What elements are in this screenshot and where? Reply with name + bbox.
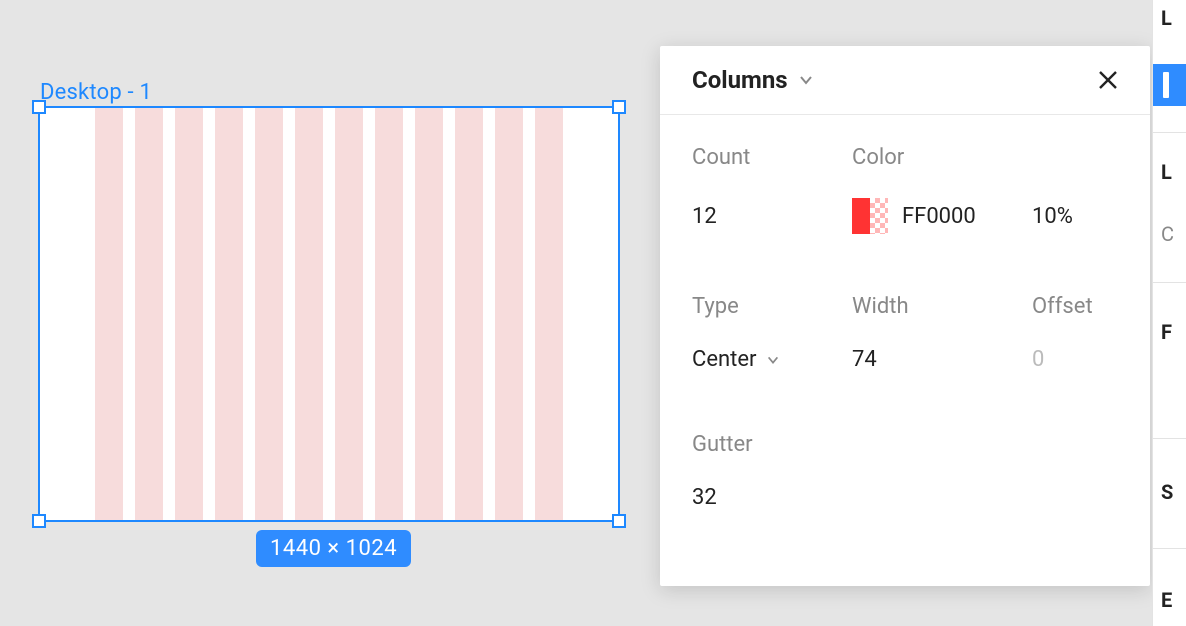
color-swatch[interactable] <box>852 198 888 234</box>
grid-column <box>295 108 323 520</box>
resize-handle-top-left[interactable] <box>32 100 46 114</box>
grid-column <box>135 108 163 520</box>
layout-grid-overlay <box>40 108 618 520</box>
sidebar-section-letter[interactable]: E <box>1153 588 1186 612</box>
color-swatch-alpha-icon <box>870 198 888 234</box>
count-input[interactable]: 12 <box>692 204 842 229</box>
grid-column <box>175 108 203 520</box>
frame-dimensions-badge: 1440 × 1024 <box>256 530 411 567</box>
frame-label[interactable]: Desktop - 1 <box>40 80 152 105</box>
sidebar-selected-item[interactable] <box>1153 64 1186 106</box>
sidebar-divider <box>1153 132 1186 133</box>
grid-column <box>455 108 483 520</box>
type-label: Type <box>692 294 842 319</box>
count-label: Count <box>692 145 842 170</box>
sidebar-section-letter[interactable]: C <box>1153 222 1186 246</box>
gutter-label: Gutter <box>692 432 842 457</box>
close-button[interactable] <box>1094 66 1122 94</box>
offset-input[interactable]: 0 <box>1032 347 1152 372</box>
sidebar-divider <box>1153 438 1186 439</box>
type-dropdown[interactable]: Center <box>692 347 842 372</box>
panel-body: Count Color 12 FF0000 10% Type Width Off… <box>660 115 1150 520</box>
chevron-down-icon[interactable] <box>798 72 814 88</box>
panel-title-dropdown[interactable]: Columns <box>692 66 788 94</box>
selected-frame[interactable] <box>38 106 620 522</box>
width-label: Width <box>852 294 1022 319</box>
panel-header: Columns <box>660 46 1150 115</box>
color-swatch-solid <box>852 198 870 234</box>
layout-grid-settings-panel: Columns Count Color 12 FF0000 10% Type <box>660 46 1150 586</box>
sidebar-divider <box>1153 282 1186 283</box>
close-icon <box>1096 68 1120 92</box>
offset-label: Offset <box>1032 294 1152 319</box>
sidebar-section-letter[interactable]: F <box>1153 320 1186 344</box>
resize-handle-bottom-left[interactable] <box>32 514 46 528</box>
grid-column <box>255 108 283 520</box>
grid-column <box>215 108 243 520</box>
type-value: Center <box>692 347 756 372</box>
color-label: Color <box>852 145 1022 170</box>
grid-column <box>95 108 123 520</box>
resize-handle-bottom-right[interactable] <box>612 514 626 528</box>
columns-icon <box>1163 72 1169 98</box>
grid-column <box>335 108 363 520</box>
color-hex-input[interactable]: FF0000 <box>902 204 976 229</box>
properties-sidebar: L L C F S E <box>1152 0 1186 626</box>
width-input[interactable]: 74 <box>852 347 1022 372</box>
color-opacity-input[interactable]: 10% <box>1032 204 1152 229</box>
chevron-down-icon <box>766 353 780 367</box>
grid-column <box>535 108 563 520</box>
sidebar-divider <box>1153 548 1186 549</box>
grid-column <box>375 108 403 520</box>
gutter-input[interactable]: 32 <box>692 485 842 510</box>
sidebar-section-letter[interactable]: L <box>1153 6 1186 30</box>
grid-column <box>415 108 443 520</box>
sidebar-section-letter[interactable]: S <box>1153 480 1186 504</box>
resize-handle-top-right[interactable] <box>612 100 626 114</box>
grid-column <box>495 108 523 520</box>
sidebar-section-letter[interactable]: L <box>1153 160 1186 184</box>
